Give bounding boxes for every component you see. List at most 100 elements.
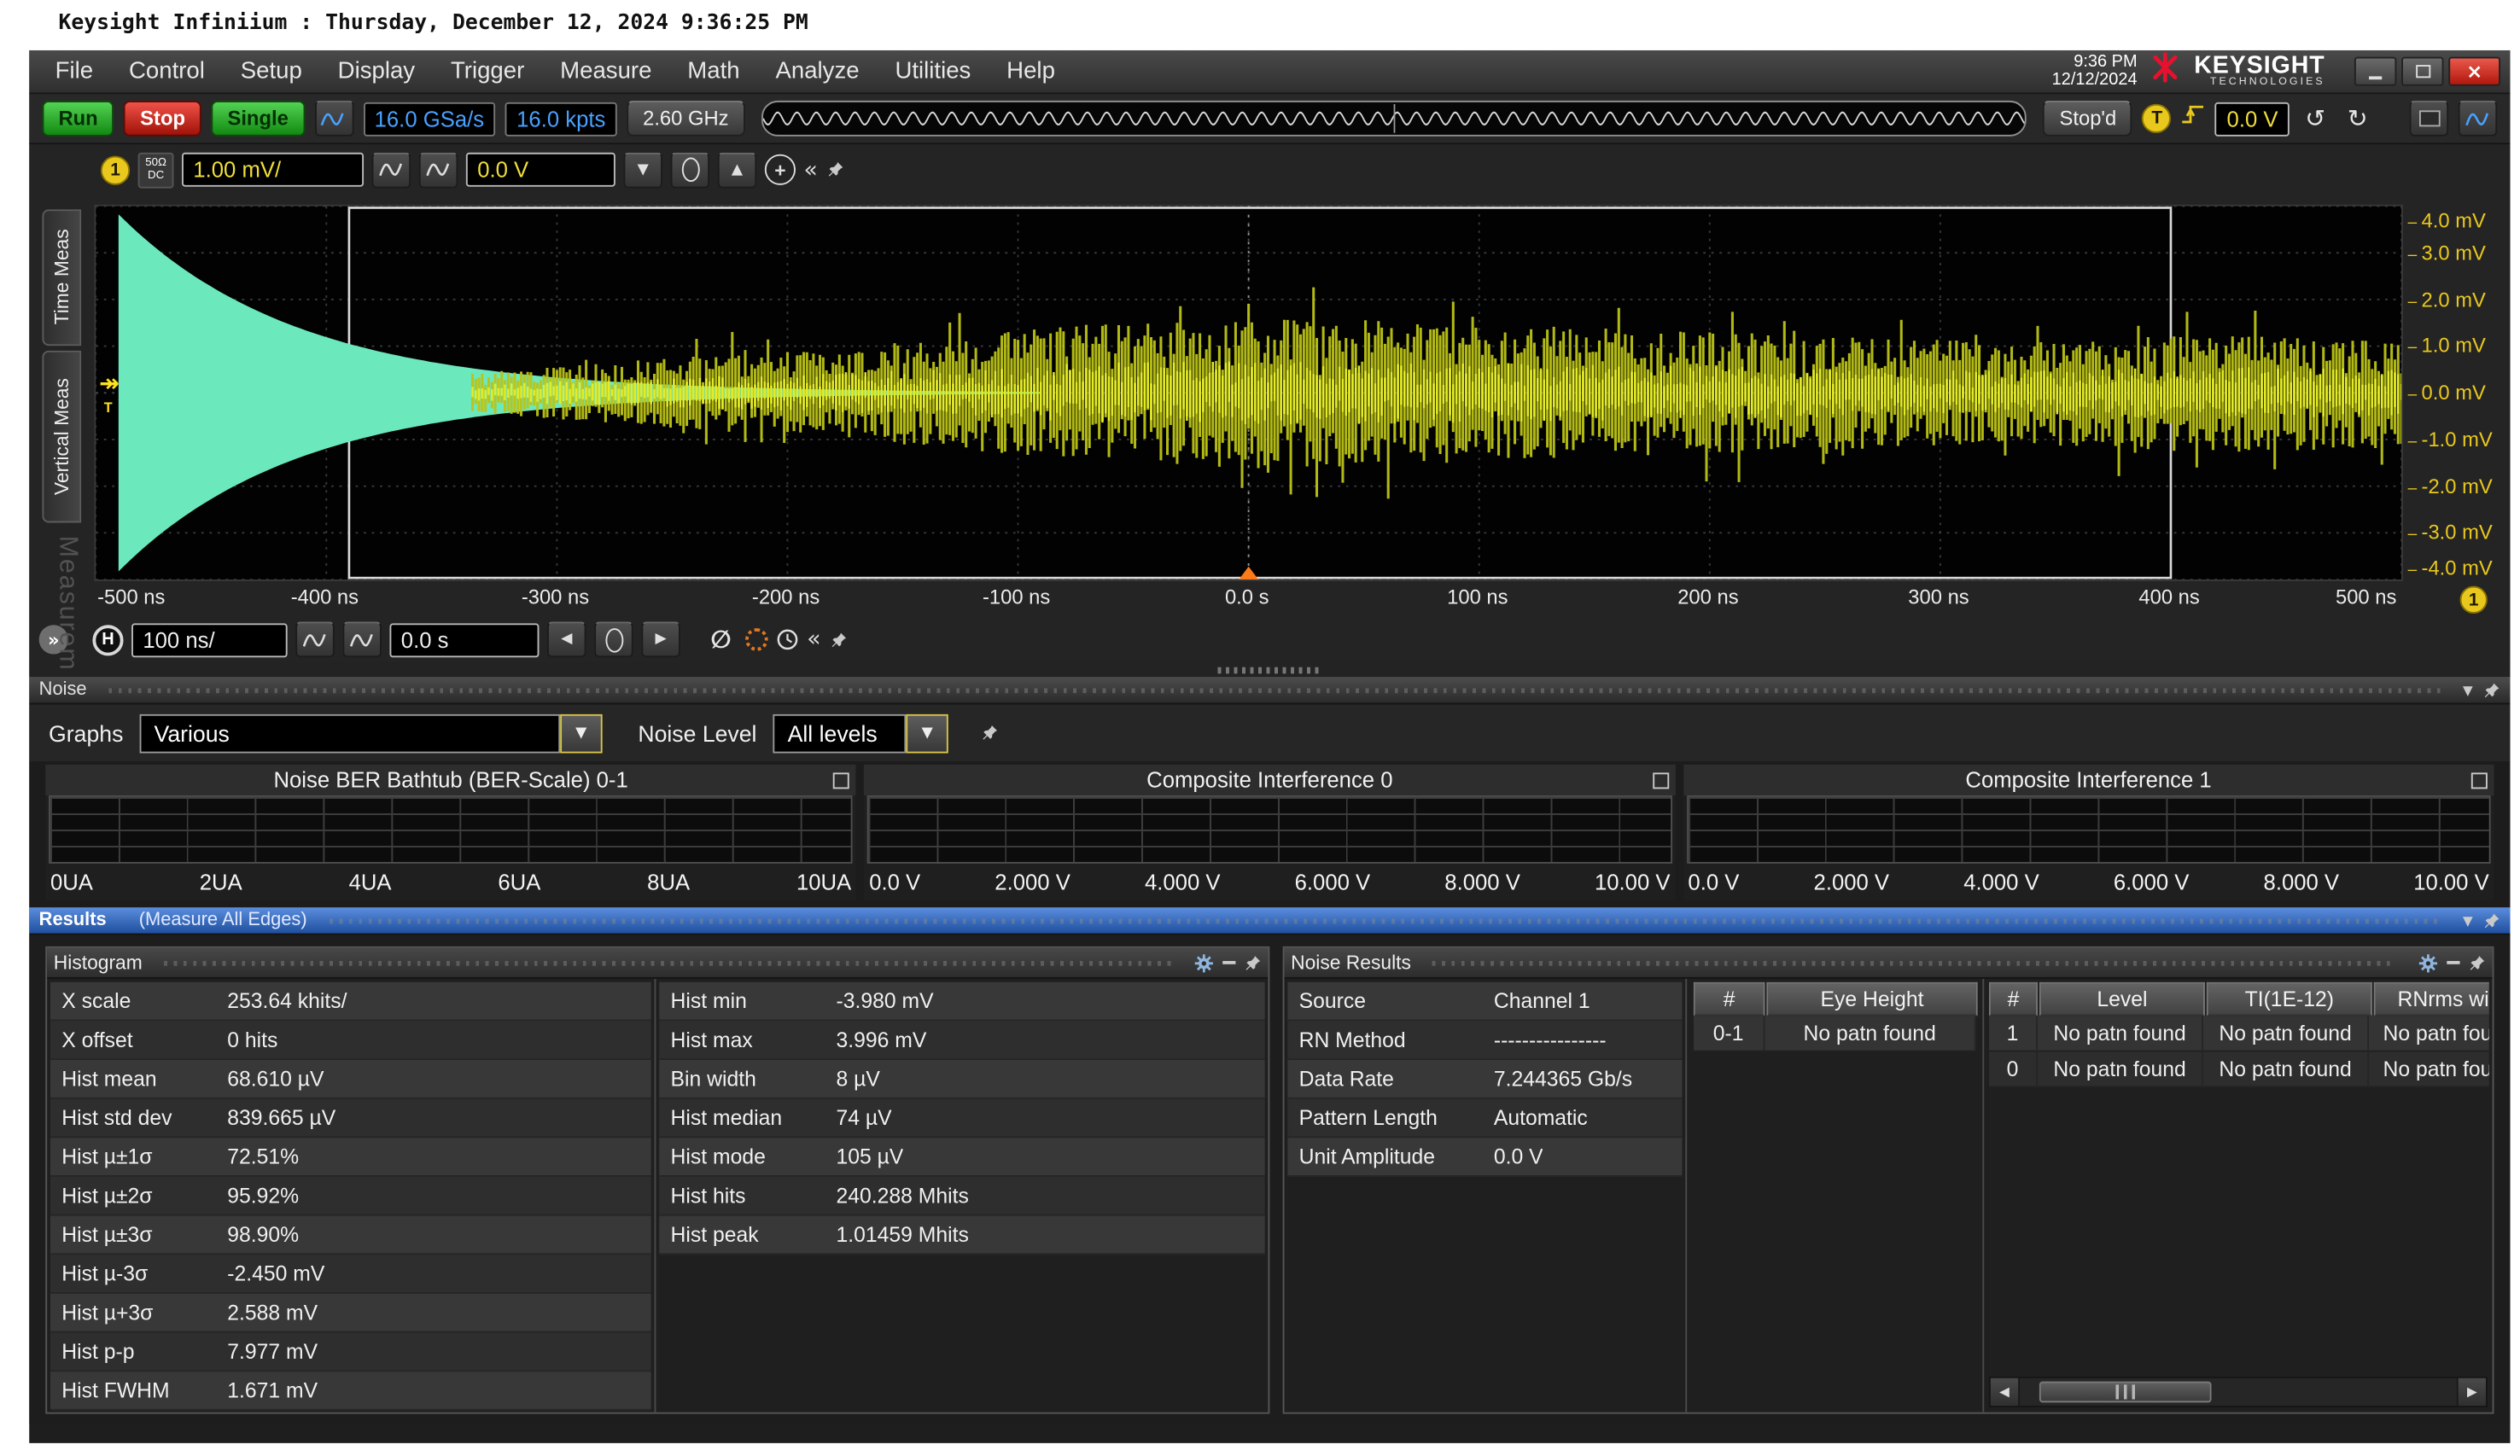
vertical-offset-field[interactable]: 0.0 V bbox=[466, 153, 615, 187]
noise-results-header[interactable]: Noise Results bbox=[1284, 948, 2492, 979]
column-header[interactable]: # bbox=[1989, 982, 2038, 1016]
scale-fine-icon[interactable] bbox=[372, 152, 411, 188]
vertical-scale-value: 1.00 mV/ bbox=[193, 157, 281, 182]
menu-item-help[interactable]: Help bbox=[990, 55, 1071, 88]
column-header[interactable]: Eye Height bbox=[1766, 982, 1977, 1016]
pin-icon[interactable] bbox=[1244, 953, 1262, 971]
stop-button[interactable]: Stop bbox=[124, 101, 201, 137]
table-cell: No patn found bbox=[2369, 1051, 2489, 1087]
maximize-icon[interactable] bbox=[2471, 772, 2488, 789]
scrollbar-thumb[interactable] bbox=[2039, 1382, 2212, 1403]
settings-gear-icon[interactable] bbox=[1193, 952, 1215, 974]
collapse-icon[interactable]: « bbox=[807, 626, 820, 652]
h-coarse-icon[interactable] bbox=[342, 621, 382, 657]
table-cell: No patn found bbox=[2038, 1016, 2203, 1052]
trigger-level-field[interactable]: 0.0 V bbox=[2215, 102, 2290, 136]
menu-item-math[interactable]: Math bbox=[671, 55, 755, 88]
acquisition-preview-strip[interactable] bbox=[761, 101, 2027, 137]
dropdown-arrow-icon[interactable]: ▼ bbox=[906, 713, 948, 753]
column-header[interactable]: Level bbox=[2039, 982, 2205, 1016]
pin-icon[interactable] bbox=[2468, 953, 2486, 971]
graphs-dropdown[interactable]: Various ▼ bbox=[139, 713, 602, 753]
close-button[interactable]: × bbox=[2448, 57, 2500, 86]
pin-icon[interactable] bbox=[825, 160, 843, 178]
channel-1-badge[interactable]: 1 bbox=[101, 155, 130, 184]
chart-grid[interactable] bbox=[1687, 795, 2491, 864]
results-titlebar[interactable]: Results (Measure All Edges) ▼ bbox=[29, 907, 2510, 935]
bandwidth-button[interactable]: 2.60 GHz bbox=[627, 101, 744, 137]
chart-grid[interactable] bbox=[867, 795, 1671, 864]
single-button[interactable]: Single bbox=[211, 101, 304, 137]
horizontal-scrollbar[interactable]: ◀ ▶ bbox=[1989, 1377, 2488, 1407]
coupling-badge[interactable]: 50Ω DC bbox=[138, 152, 174, 188]
menu-item-measure[interactable]: Measure bbox=[544, 55, 668, 88]
histogram-header[interactable]: Histogram bbox=[47, 948, 1268, 979]
pin-icon[interactable] bbox=[2482, 911, 2500, 929]
clock-icon[interactable] bbox=[776, 628, 799, 651]
horizontal-badge[interactable]: H bbox=[92, 624, 123, 655]
collapse-panel-icon[interactable]: ▼ bbox=[2463, 683, 2473, 697]
tab-vertical-meas[interactable]: Vertical Meas bbox=[42, 351, 81, 523]
minimize-button[interactable] bbox=[2354, 57, 2396, 86]
redo-icon[interactable]: ↻ bbox=[2342, 104, 2374, 133]
auto-waveform-icon[interactable] bbox=[2459, 101, 2498, 137]
menu-item-file[interactable]: File bbox=[39, 55, 109, 88]
column-header[interactable]: TI(1E-12) bbox=[2207, 982, 2372, 1016]
collapse-panel-icon[interactable]: ▼ bbox=[2463, 913, 2473, 928]
display-settings-icon[interactable] bbox=[2410, 101, 2449, 137]
settings-gear-icon[interactable] bbox=[2418, 952, 2439, 974]
noise-titlebar[interactable]: Noise ▼ bbox=[29, 677, 2510, 704]
sample-rate-field[interactable]: 16.0 GSa/s bbox=[363, 102, 495, 136]
menu-item-analyze[interactable]: Analyze bbox=[759, 55, 875, 88]
acquisition-dot-icon[interactable] bbox=[745, 628, 768, 651]
scale-coarse-icon[interactable] bbox=[419, 152, 458, 188]
add-icon[interactable]: + bbox=[765, 154, 796, 185]
acquisition-status-button[interactable]: Stop'd bbox=[2043, 101, 2132, 137]
position-zero-button[interactable] bbox=[594, 621, 633, 657]
zoom-off-icon[interactable]: ∅ bbox=[704, 625, 737, 654]
trigger-source-badge[interactable]: T bbox=[2143, 104, 2172, 133]
chart-grid[interactable] bbox=[49, 795, 853, 864]
minimize-panel-icon[interactable] bbox=[1222, 961, 1235, 964]
offset-zero-button[interactable] bbox=[671, 152, 710, 188]
noise-level-dropdown[interactable]: All levels ▼ bbox=[773, 713, 948, 753]
scope-display[interactable]: ↠ T 4.0 mV3.0 mV2.0 mV1.0 mV0.0 mV-1.0 m… bbox=[94, 205, 2403, 581]
vertical-scale-field[interactable]: 1.00 mV/ bbox=[182, 153, 364, 187]
row-value: -2.450 mV bbox=[227, 1261, 324, 1286]
position-left-button[interactable]: ◀ bbox=[547, 621, 586, 657]
memory-depth-field[interactable]: 16.0 kpts bbox=[505, 102, 617, 136]
pin-icon[interactable] bbox=[2482, 681, 2500, 699]
menu-item-trigger[interactable]: Trigger bbox=[435, 55, 540, 88]
restore-button[interactable] bbox=[2401, 57, 2443, 86]
scope-plot[interactable] bbox=[96, 207, 2401, 579]
horizontal-position-field[interactable]: 0.0 s bbox=[389, 622, 539, 656]
y-axis-label: 3.0 mV bbox=[2408, 242, 2486, 265]
collapse-icon[interactable]: « bbox=[803, 157, 817, 183]
horizontal-scale-field[interactable]: 100 ns/ bbox=[131, 622, 288, 656]
column-header[interactable]: # bbox=[1694, 982, 1765, 1016]
scroll-right-icon[interactable]: ▶ bbox=[2457, 1378, 2486, 1406]
pin-icon[interactable] bbox=[981, 724, 999, 742]
touchscreen-waveform-icon[interactable] bbox=[314, 101, 353, 137]
scroll-left-icon[interactable]: ◀ bbox=[1991, 1378, 2020, 1406]
position-right-button[interactable]: ▶ bbox=[641, 621, 680, 657]
pin-icon[interactable] bbox=[829, 631, 847, 649]
maximize-icon[interactable] bbox=[833, 772, 849, 789]
h-fine-icon[interactable] bbox=[295, 621, 335, 657]
undo-icon[interactable]: ↺ bbox=[2299, 104, 2331, 133]
tab-time-meas[interactable]: Time Meas bbox=[42, 209, 81, 346]
offset-up-button[interactable]: ▲ bbox=[718, 152, 757, 188]
table-row: Hist µ±1σ72.51% bbox=[50, 1138, 651, 1177]
trigger-slope-icon[interactable] bbox=[2181, 104, 2206, 133]
minimize-panel-icon[interactable] bbox=[2447, 961, 2459, 964]
menu-item-control[interactable]: Control bbox=[113, 55, 221, 88]
run-button[interactable]: Run bbox=[42, 101, 114, 137]
dropdown-arrow-icon[interactable]: ▼ bbox=[560, 713, 602, 753]
maximize-icon[interactable] bbox=[1653, 772, 1669, 789]
column-header[interactable]: RNrms wide bbox=[2374, 982, 2489, 1016]
menu-item-display[interactable]: Display bbox=[322, 55, 431, 88]
menu-item-utilities[interactable]: Utilities bbox=[878, 55, 987, 88]
menu-item-setup[interactable]: Setup bbox=[225, 55, 318, 88]
offset-down-button[interactable]: ▼ bbox=[623, 152, 662, 188]
trigger-level-marker[interactable]: ↠ bbox=[99, 369, 120, 398]
